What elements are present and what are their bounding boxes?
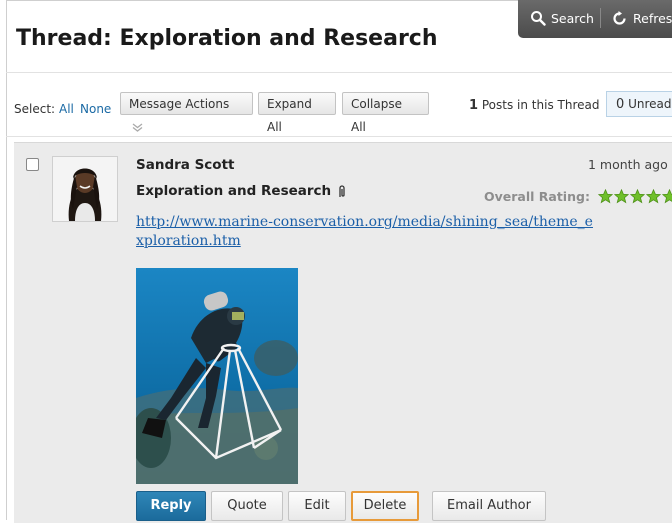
select-label: Select:: [14, 102, 56, 116]
diver-photo: [136, 268, 298, 484]
refresh-label: Refres: [633, 11, 672, 26]
top-toolbar: Search Refres: [518, 0, 672, 38]
search-icon: [531, 11, 546, 26]
divider: [6, 136, 672, 137]
message-actions-label: Message Actions: [129, 97, 230, 111]
message-actions-button[interactable]: Message Actions: [120, 92, 253, 132]
collapse-all-button[interactable]: Collapse All: [342, 92, 429, 134]
expand-all-button[interactable]: Expand All: [258, 92, 336, 134]
post-timestamp: 1 month ago: [588, 157, 668, 172]
star-icon[interactable]: [613, 189, 629, 204]
refresh-icon: [613, 11, 626, 25]
unread-count-label: Unread: [628, 97, 672, 111]
post-count-label: Posts in this Thread: [481, 98, 600, 112]
post-count-value: 1: [469, 98, 479, 113]
post-author[interactable]: Sandra Scott: [136, 157, 234, 173]
quote-button[interactable]: Quote: [211, 491, 283, 521]
avatar: [52, 156, 118, 222]
toolbar-divider: [600, 8, 601, 28]
star-icon[interactable]: [661, 189, 672, 204]
divider: [6, 72, 672, 73]
search-button[interactable]: Search: [530, 10, 594, 26]
reply-button[interactable]: Reply: [136, 491, 206, 521]
post-subject: Exploration and Research: [136, 183, 347, 199]
star-icon[interactable]: [645, 189, 661, 204]
unread-count-value: 0: [616, 97, 625, 112]
star-icon[interactable]: [629, 189, 645, 204]
post-attached-image[interactable]: [136, 268, 298, 484]
edit-button[interactable]: Edit: [288, 491, 346, 521]
unread-count-button[interactable]: 0 Unread: [606, 91, 672, 117]
post-link[interactable]: http://www.marine-conservation.org/media…: [136, 213, 596, 251]
star-icon[interactable]: [597, 189, 613, 204]
select-all-link[interactable]: All: [59, 102, 74, 116]
post-select-checkbox[interactable]: [26, 158, 39, 171]
refresh-button[interactable]: Refres: [611, 10, 672, 27]
post-item: Sandra Scott 1 month ago Exploration and…: [14, 142, 672, 523]
delete-button[interactable]: Delete: [351, 491, 419, 521]
page-title: Thread: Exploration and Research: [16, 26, 438, 51]
select-none-link[interactable]: None: [80, 102, 111, 116]
search-label: Search: [551, 10, 594, 26]
chevron-down-icon: [132, 123, 143, 132]
paperclip-icon: [339, 184, 345, 197]
overall-rating: Overall Rating:: [484, 189, 672, 204]
email-author-button[interactable]: Email Author: [432, 491, 546, 521]
author-photo: [53, 157, 117, 221]
rating-stars[interactable]: [597, 189, 672, 204]
post-subject-text: Exploration and Research: [136, 183, 332, 199]
post-count: 1 Posts in this Thread: [469, 98, 599, 113]
action-bar: Select: All None Message Actions Expand …: [0, 88, 672, 134]
rating-label: Overall Rating:: [484, 189, 590, 204]
